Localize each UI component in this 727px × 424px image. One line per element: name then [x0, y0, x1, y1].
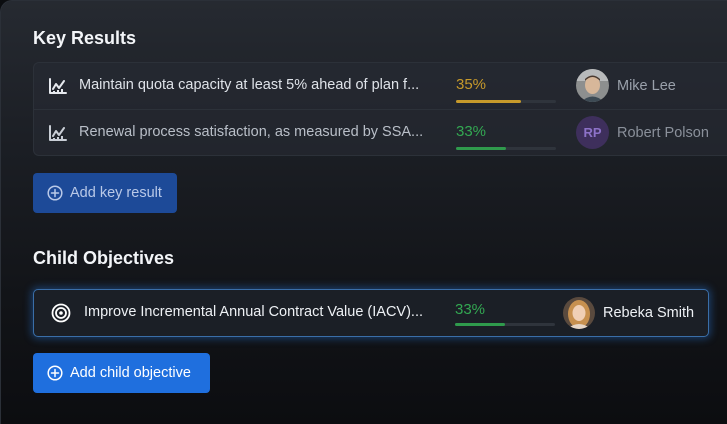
- child-objectives-title: Child Objectives: [33, 248, 175, 268]
- avatar-initials: RP: [583, 125, 602, 140]
- target-icon: [51, 303, 71, 323]
- progress-percent: 33%: [455, 301, 486, 318]
- plus-circle-icon: [47, 185, 63, 201]
- avatar[interactable]: [563, 297, 595, 329]
- add-child-objective-label: Add child objective: [70, 365, 191, 381]
- avatar[interactable]: [576, 69, 609, 102]
- child-objective-title[interactable]: Improve Incremental Annual Contract Valu…: [84, 304, 439, 320]
- key-result-row[interactable]: Renewal process satisfaction, as measure…: [34, 110, 727, 156]
- key-results-list: Maintain quota capacity at least 5% ahea…: [33, 62, 727, 156]
- key-result-row[interactable]: Maintain quota capacity at least 5% ahea…: [34, 63, 727, 110]
- child-objective-row[interactable]: Improve Incremental Annual Contract Valu…: [33, 289, 709, 337]
- progress-percent: 33%: [456, 123, 487, 140]
- key-results-title: Key Results: [33, 28, 137, 48]
- add-key-result-button[interactable]: Add key result: [33, 173, 177, 213]
- progress-bar: [456, 100, 556, 103]
- avatar[interactable]: RP: [576, 116, 609, 149]
- chart-trend-icon: [49, 125, 67, 141]
- progress-percent: 35%: [456, 76, 487, 93]
- owner-name: Rebeka Smith: [603, 305, 695, 321]
- plus-circle-icon: [47, 365, 63, 381]
- owner-name: Mike Lee: [617, 78, 676, 94]
- progress-bar: [456, 147, 556, 150]
- key-result-title[interactable]: Renewal process satisfaction, as measure…: [79, 124, 434, 140]
- objective-panel: Key Results Maintain quota capacity at l…: [0, 0, 727, 424]
- progress-bar: [455, 323, 555, 326]
- owner-name: Robert Polson: [617, 125, 709, 141]
- chart-trend-icon: [49, 78, 67, 94]
- add-key-result-label: Add key result: [70, 185, 162, 201]
- add-child-objective-button[interactable]: Add child objective: [33, 353, 210, 393]
- key-result-title[interactable]: Maintain quota capacity at least 5% ahea…: [79, 77, 434, 93]
